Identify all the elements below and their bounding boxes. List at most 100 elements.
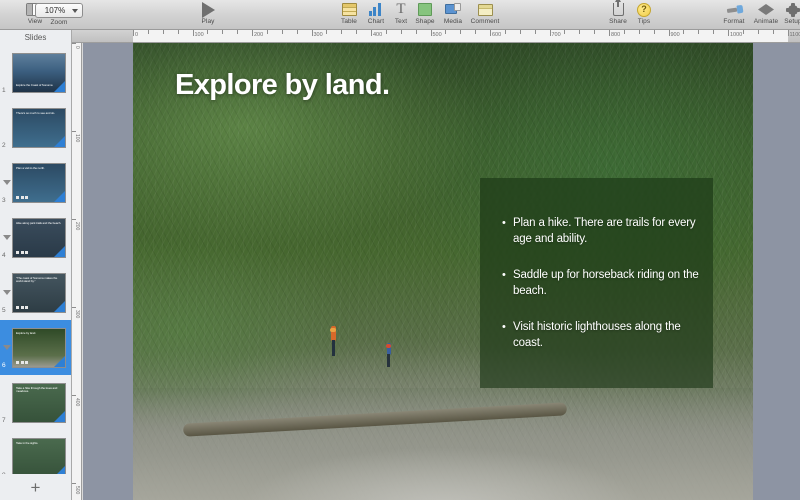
- slide-number: 7: [2, 417, 6, 424]
- slide-thumbnail-image[interactable]: Explore the Coast of Sonoma: [12, 53, 66, 93]
- zoom-popup-button[interactable]: 107%: [35, 3, 83, 18]
- ruler-minor-tick: [594, 30, 595, 34]
- insert-chart-label: Chart: [363, 19, 389, 26]
- slide-thumbnail-4[interactable]: 4 Hike along park trails and the beach.: [0, 210, 71, 265]
- slide-thumbnail-image[interactable]: Plan a visit to the north.: [12, 163, 66, 203]
- ruler-tick: [371, 30, 372, 36]
- vertical-ruler[interactable]: 0100200300400500: [72, 43, 82, 500]
- question-mark-icon: ?: [631, 1, 657, 18]
- bullet-item[interactable]: •Plan a hike. There are trails for every…: [502, 216, 699, 247]
- ruler-tick: [609, 30, 610, 36]
- insert-shape-button[interactable]: Shape: [411, 1, 439, 26]
- build-indicator-dots: [16, 251, 28, 254]
- slide-thumbnail-image[interactable]: Take a hike through the trees and meadow…: [12, 383, 66, 423]
- ruler-minor-tick: [222, 30, 223, 34]
- slide-thumbnail-title: Plan a visit to the north.: [16, 167, 61, 171]
- slide-thumbnail-image[interactable]: There's so much to see and do.: [12, 108, 66, 148]
- build-order-triangle-icon[interactable]: [3, 235, 11, 240]
- ruler-tick-vertical: [72, 131, 76, 132]
- format-button[interactable]: Format: [718, 1, 750, 26]
- build-order-triangle-icon[interactable]: [3, 180, 11, 185]
- slide-thumbnail-6[interactable]: 6Explore by land.: [0, 320, 71, 375]
- ruler-minor-tick: [564, 30, 565, 34]
- slide-thumbnail-8[interactable]: 8Take in the sights.: [0, 430, 71, 474]
- slide-thumbnail-image[interactable]: Take in the sights.: [12, 438, 66, 475]
- ruler-minor-tick: [416, 30, 417, 34]
- comment-icon: [467, 1, 503, 18]
- build-order-triangle-icon[interactable]: [3, 345, 11, 350]
- ruler-minor-tick: [326, 30, 327, 34]
- ruler-minor-tick: [282, 30, 283, 34]
- build-indicator-dots: [16, 306, 28, 309]
- slide-thumbnail-title: Take in the sights.: [16, 442, 61, 446]
- slide-thumbnail-7[interactable]: 7 Take a hike through the trees and meado…: [0, 375, 71, 430]
- build-order-triangle-icon[interactable]: [3, 290, 11, 295]
- ruler-minor-tick: [401, 30, 402, 34]
- ruler-tick-label: 1100: [790, 32, 800, 38]
- slide-thumbnail-title: Hike along park trails and the beach.: [16, 222, 61, 226]
- insert-table-button[interactable]: Table: [336, 1, 362, 26]
- slide-body-textbox[interactable]: •Plan a hike. There are trails for every…: [480, 178, 713, 388]
- ruler-tick-vertical: [72, 483, 76, 484]
- slide-number: 4: [2, 252, 6, 259]
- gear-icon: [780, 1, 800, 18]
- ruler-tick-vertical: [72, 219, 76, 220]
- ruler-minor-tick: [475, 30, 476, 34]
- slide-thumbnail-image[interactable]: Hike along park trails and the beach.: [12, 218, 66, 258]
- ruler-minor-tick: [445, 30, 446, 34]
- chart-icon: [363, 1, 389, 18]
- bullet-list[interactable]: •Plan a hike. There are trails for every…: [502, 216, 699, 372]
- add-slide-button[interactable]: +: [0, 474, 71, 500]
- ruler-minor-tick: [579, 30, 580, 34]
- ruler-tick: [431, 30, 432, 36]
- zoom-control[interactable]: 107% Zoom: [9, 3, 109, 27]
- share-button[interactable]: Share: [604, 1, 632, 26]
- insert-shape-label: Shape: [411, 19, 439, 26]
- insert-media-button[interactable]: Media: [438, 1, 468, 26]
- ruler-minor-tick: [639, 30, 640, 34]
- ruler-tick-label-vertical: 400: [74, 398, 80, 406]
- slide-canvas-area[interactable]: Explore by land. •Plan a hike. There are…: [83, 43, 800, 500]
- bullet-item[interactable]: •Saddle up for horseback riding on the b…: [502, 268, 699, 299]
- transition-corner-indicator: [54, 136, 65, 147]
- paintbrush-icon: [718, 1, 750, 18]
- share-icon: [604, 1, 632, 18]
- slide-thumbnail-3[interactable]: 3Plan a visit to the north.: [0, 155, 71, 210]
- ruler-minor-tick: [520, 30, 521, 34]
- ruler-minor-tick: [267, 30, 268, 34]
- bullet-marker-icon: •: [502, 216, 513, 247]
- ruler-tick-vertical: [72, 43, 76, 44]
- play-button[interactable]: Play: [190, 1, 226, 26]
- current-slide[interactable]: Explore by land. •Plan a hike. There are…: [133, 43, 753, 500]
- main-toolbar: View 107% Zoom Play Table Chart T Text: [0, 0, 800, 30]
- ruler-tick-label: 500: [433, 32, 442, 38]
- build-indicator-dots: [16, 196, 28, 199]
- ruler-tick-label: 700: [552, 32, 561, 38]
- ruler-tick-label: 100: [195, 32, 204, 38]
- ruler-tick-vertical: [72, 307, 76, 308]
- slide-thumbnail-1[interactable]: 1Explore the Coast of Sonoma: [0, 45, 71, 100]
- bullet-item[interactable]: •Visit historic lighthouses along the co…: [502, 320, 699, 351]
- horizontal-ruler[interactable]: 010020030040050060070080090010001100: [72, 30, 800, 43]
- play-icon: [190, 1, 226, 18]
- slide-navigator[interactable]: Slides 1Explore the Coast of Sonoma2Ther…: [0, 30, 72, 500]
- slide-thumbnail-title: Explore by land.: [16, 332, 61, 336]
- tips-button[interactable]: ? Tips: [631, 1, 657, 26]
- slide-thumbnail-image[interactable]: Explore by land.: [12, 328, 66, 368]
- animate-button[interactable]: Animate: [749, 1, 783, 26]
- insert-chart-button[interactable]: Chart: [363, 1, 389, 26]
- shape-icon: [411, 1, 439, 18]
- slide-thumbnail-image[interactable]: "The coast of Sonoma makes the world sta…: [12, 273, 66, 313]
- ruler-minor-tick: [341, 30, 342, 34]
- ruler-tick: [788, 30, 789, 36]
- insert-comment-button[interactable]: Comment: [467, 1, 503, 26]
- setup-label: Setup: [780, 19, 800, 26]
- ruler-minor-tick: [356, 30, 357, 34]
- setup-button[interactable]: Setup: [780, 1, 800, 26]
- play-label: Play: [190, 19, 226, 26]
- slide-title[interactable]: Explore by land.: [175, 69, 389, 102]
- slide-thumbnail-5[interactable]: 5"The coast of Sonoma makes the world st…: [0, 265, 71, 320]
- ruler-tick: [550, 30, 551, 36]
- slide-thumbnail-list[interactable]: 1Explore the Coast of Sonoma2There's so …: [0, 45, 71, 474]
- slide-thumbnail-2[interactable]: 2There's so much to see and do.: [0, 100, 71, 155]
